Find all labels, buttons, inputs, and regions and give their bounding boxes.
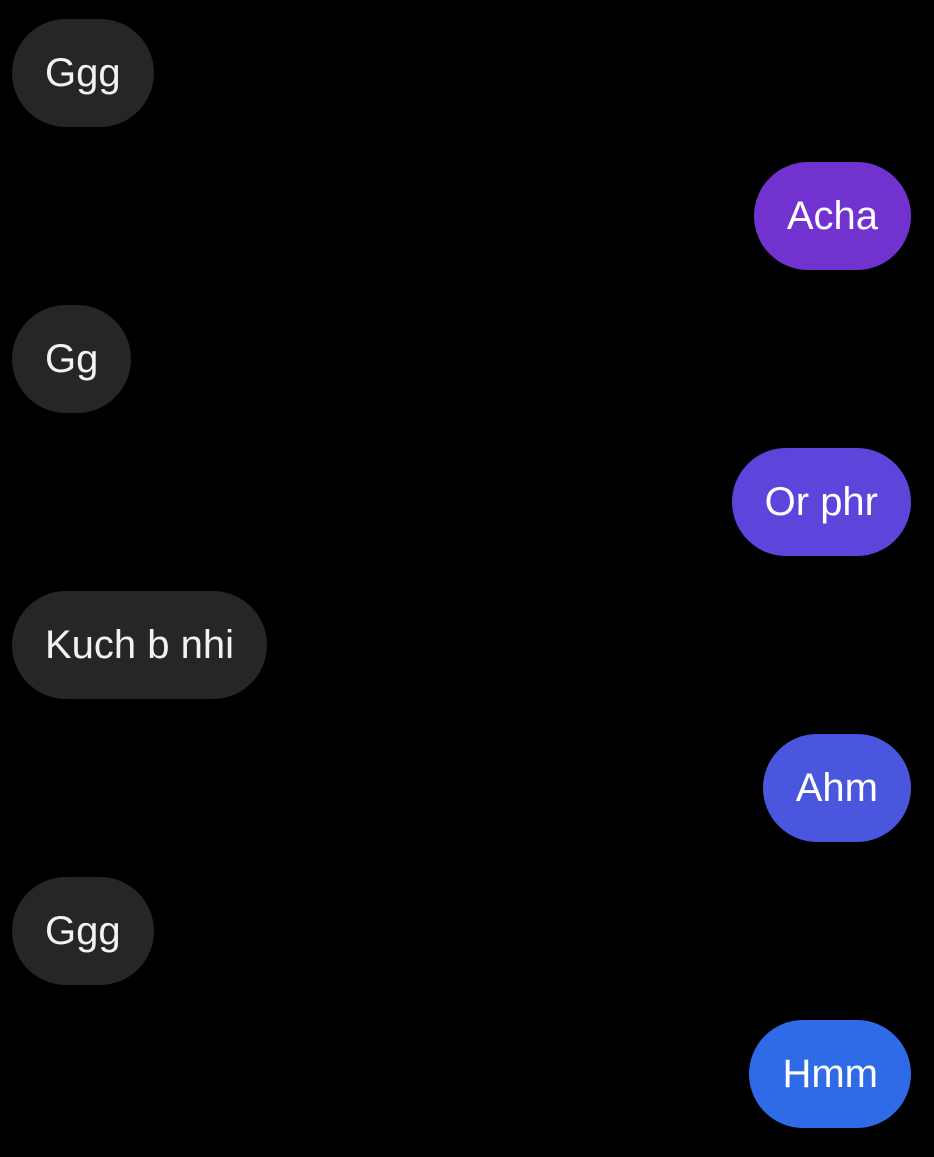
outgoing-message-bubble[interactable]: Or phr [731,448,911,556]
message-row: Hmm [0,1020,934,1128]
message-row: Ahm [0,734,934,842]
outgoing-message-bubble[interactable]: Acha [753,162,911,270]
message-row: Or phr [0,448,934,556]
message-row: Acha [0,162,934,270]
outgoing-message-bubble[interactable]: Hmm [749,1020,911,1128]
incoming-message-bubble[interactable]: Kuch b nhi [12,591,268,699]
message-row: Ggg [0,19,934,127]
incoming-message-bubble[interactable]: Ggg [12,19,154,127]
message-row: Ggg [0,877,934,985]
message-row: Gg [0,305,934,413]
chat-thread: Ggg Acha Gg Or phr Kuch b nhi Ahm Ggg Hm… [0,0,934,1157]
outgoing-message-bubble[interactable]: Ahm [762,734,911,842]
message-row: Kuch b nhi [0,591,934,699]
incoming-message-bubble[interactable]: Gg [12,305,132,413]
incoming-message-bubble[interactable]: Ggg [12,877,154,985]
